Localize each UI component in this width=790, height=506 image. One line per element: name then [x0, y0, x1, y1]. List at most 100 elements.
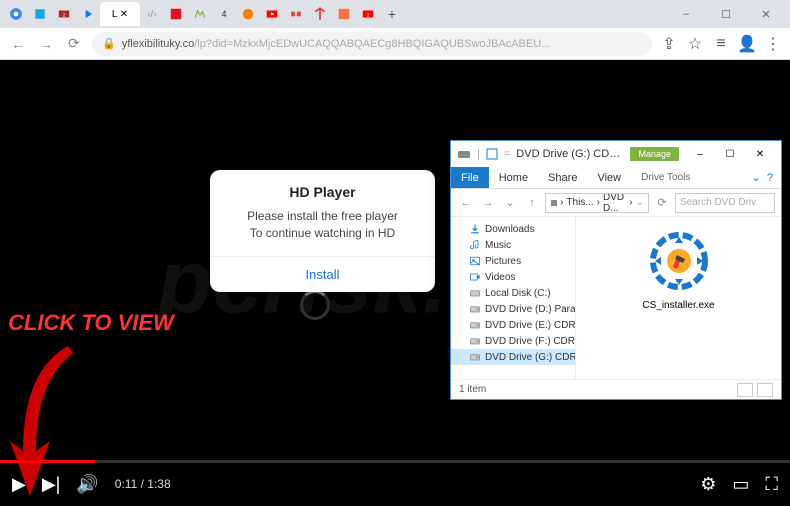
new-tab-button[interactable]: +	[380, 2, 404, 26]
explorer-nav: ← → ⌄ ↑ ›This...›DVD D...› ⌄ ⟳ Search DV…	[451, 189, 781, 217]
view-icons-button[interactable]	[757, 383, 773, 397]
close-button[interactable]: ✕	[746, 0, 786, 28]
tab-strip: 2 L ✕ ‹/› 4 2 + – ☐ ✕	[0, 0, 790, 28]
installer-icon	[647, 229, 711, 293]
ribbon-view[interactable]: View	[587, 167, 631, 188]
explorer-maximize[interactable]: ☐	[715, 143, 745, 165]
file-explorer-window: | = DVD Drive (G:) CDROM... Manage – ☐ ✕…	[450, 140, 782, 400]
tree-label: DVD Drive (F:) CDROM	[485, 336, 575, 347]
lock-icon: 🔒	[102, 37, 116, 50]
tree-label: DVD Drive (D:) Parallel	[485, 304, 575, 315]
time-display: 0:11 / 1:38	[115, 477, 171, 491]
svg-text:2: 2	[63, 12, 66, 17]
drive-icon	[457, 147, 471, 161]
explorer-tree: Downloads Music Pictures Videos Local Disk (…	[451, 217, 576, 379]
explorer-search[interactable]: Search DVD Driv	[675, 193, 775, 213]
tab-1[interactable]	[4, 2, 28, 26]
explorer-title: DVD Drive (G:) CDROM...	[516, 148, 624, 160]
tab-6[interactable]: ‹/›	[140, 2, 164, 26]
drive-icon	[550, 197, 557, 209]
ribbon-drive-tools[interactable]: Drive Tools	[631, 167, 700, 188]
explorer-ribbon: File Home Share View Drive Tools ⌄ ?	[451, 167, 781, 189]
tab-7[interactable]	[164, 2, 188, 26]
tab-10[interactable]	[236, 2, 260, 26]
tree-item-0[interactable]: Downloads	[451, 221, 575, 237]
dialog-title: HD Player	[210, 170, 435, 208]
nav-up[interactable]: ↑	[523, 197, 541, 209]
forward-button[interactable]: →	[36, 34, 56, 54]
explorer-status-bar: 1 item	[451, 379, 781, 399]
extensions-icon[interactable]: ≡	[712, 35, 730, 53]
tree-item-1[interactable]: Music	[451, 237, 575, 253]
address-bar: ← → ⟳ 🔒 yflexibilituky.co/lp?did=MzkxMjc…	[0, 28, 790, 60]
browser-window: 2 L ✕ ‹/› 4 2 + – ☐ ✕ ← → ⟳ 🔒 yflexibili…	[0, 0, 790, 60]
tree-item-5[interactable]: DVD Drive (D:) Parallel	[451, 301, 575, 317]
ribbon-help[interactable]: ?	[767, 172, 773, 184]
view-details-button[interactable]	[737, 383, 753, 397]
url-input[interactable]: 🔒 yflexibilituky.co/lp?did=MzkxMjcEDwUCA…	[92, 32, 652, 56]
tree-label: Downloads	[485, 224, 534, 235]
minimize-button[interactable]: –	[666, 0, 706, 28]
svg-text:2: 2	[367, 12, 370, 17]
explorer-content[interactable]: CS_installer.exe	[576, 217, 781, 379]
nav-forward[interactable]: →	[479, 197, 497, 209]
fullscreen-icon[interactable]: ⛶	[765, 474, 778, 495]
loading-spinner	[300, 290, 330, 320]
video-controls: ▶ ▶| 🔊 0:11 / 1:38 ⚙ ▭ ⛶	[0, 463, 790, 505]
tab-active[interactable]: L ✕	[100, 2, 140, 26]
explorer-title-bar[interactable]: | = DVD Drive (G:) CDROM... Manage – ☐ ✕	[451, 141, 781, 167]
tab-8[interactable]	[188, 2, 212, 26]
tree-label: Pictures	[485, 256, 521, 267]
checkbox-icon	[486, 148, 498, 160]
url-text: yflexibilituky.co/lp?did=MzkxMjcEDwUCAQQ…	[122, 38, 642, 50]
tab-11[interactable]	[260, 2, 284, 26]
nav-back[interactable]: ←	[457, 197, 475, 209]
breadcrumb[interactable]: ›This...›DVD D...› ⌄	[545, 193, 649, 213]
tab-3[interactable]: 2	[52, 2, 76, 26]
tab-2[interactable]	[28, 2, 52, 26]
explorer-close[interactable]: ✕	[745, 143, 775, 165]
ribbon-file[interactable]: File	[451, 167, 489, 188]
install-button[interactable]: Install	[210, 256, 435, 292]
explorer-minimize[interactable]: –	[685, 143, 715, 165]
star-icon[interactable]: ☆	[686, 35, 704, 53]
back-button[interactable]: ←	[8, 34, 28, 54]
tab-14[interactable]	[332, 2, 356, 26]
ribbon-share[interactable]: Share	[538, 167, 587, 188]
tree-item-8[interactable]: DVD Drive (G:) CDROM	[451, 349, 575, 365]
item-count: 1 item	[459, 384, 486, 395]
tab-15[interactable]: 2	[356, 2, 380, 26]
tree-item-3[interactable]: Videos	[451, 269, 575, 285]
tree-label: DVD Drive (G:) CDROM	[485, 352, 575, 363]
profile-icon[interactable]: 👤	[738, 35, 756, 53]
ribbon-expand[interactable]: ⌄	[752, 171, 761, 184]
menu-icon[interactable]: ⋮	[764, 35, 782, 53]
play-button[interactable]: ▶	[12, 474, 26, 495]
file-item[interactable]: CS_installer.exe	[639, 229, 719, 311]
tab-9[interactable]: 4	[212, 2, 236, 26]
maximize-button[interactable]: ☐	[706, 0, 746, 28]
hd-player-dialog: HD Player Please install the free player…	[210, 170, 435, 292]
tab-4[interactable]	[76, 2, 100, 26]
tree-item-2[interactable]: Pictures	[451, 253, 575, 269]
nav-recent[interactable]: ⌄	[501, 196, 519, 209]
theater-icon[interactable]: ▭	[732, 474, 749, 495]
reload-button[interactable]: ⟳	[64, 34, 84, 54]
tab-12[interactable]	[284, 2, 308, 26]
share-icon[interactable]: ⇪	[660, 35, 678, 53]
ribbon-home[interactable]: Home	[489, 167, 538, 188]
tree-item-6[interactable]: DVD Drive (E:) CDROM	[451, 317, 575, 333]
next-button[interactable]: ▶|	[42, 474, 61, 495]
tree-label: Music	[485, 240, 511, 251]
nav-refresh[interactable]: ⟳	[653, 196, 671, 209]
tree-label: Local Disk (C:)	[485, 288, 551, 299]
tree-label: Videos	[485, 272, 515, 283]
tab-13[interactable]	[308, 2, 332, 26]
settings-icon[interactable]: ⚙	[700, 474, 716, 495]
file-name: CS_installer.exe	[639, 300, 719, 311]
manage-badge: Manage	[630, 147, 679, 161]
tree-item-4[interactable]: Local Disk (C:)	[451, 285, 575, 301]
tree-item-7[interactable]: DVD Drive (F:) CDROM	[451, 333, 575, 349]
dialog-message: Please install the free playerTo continu…	[210, 208, 435, 256]
volume-button[interactable]: 🔊	[76, 474, 98, 495]
